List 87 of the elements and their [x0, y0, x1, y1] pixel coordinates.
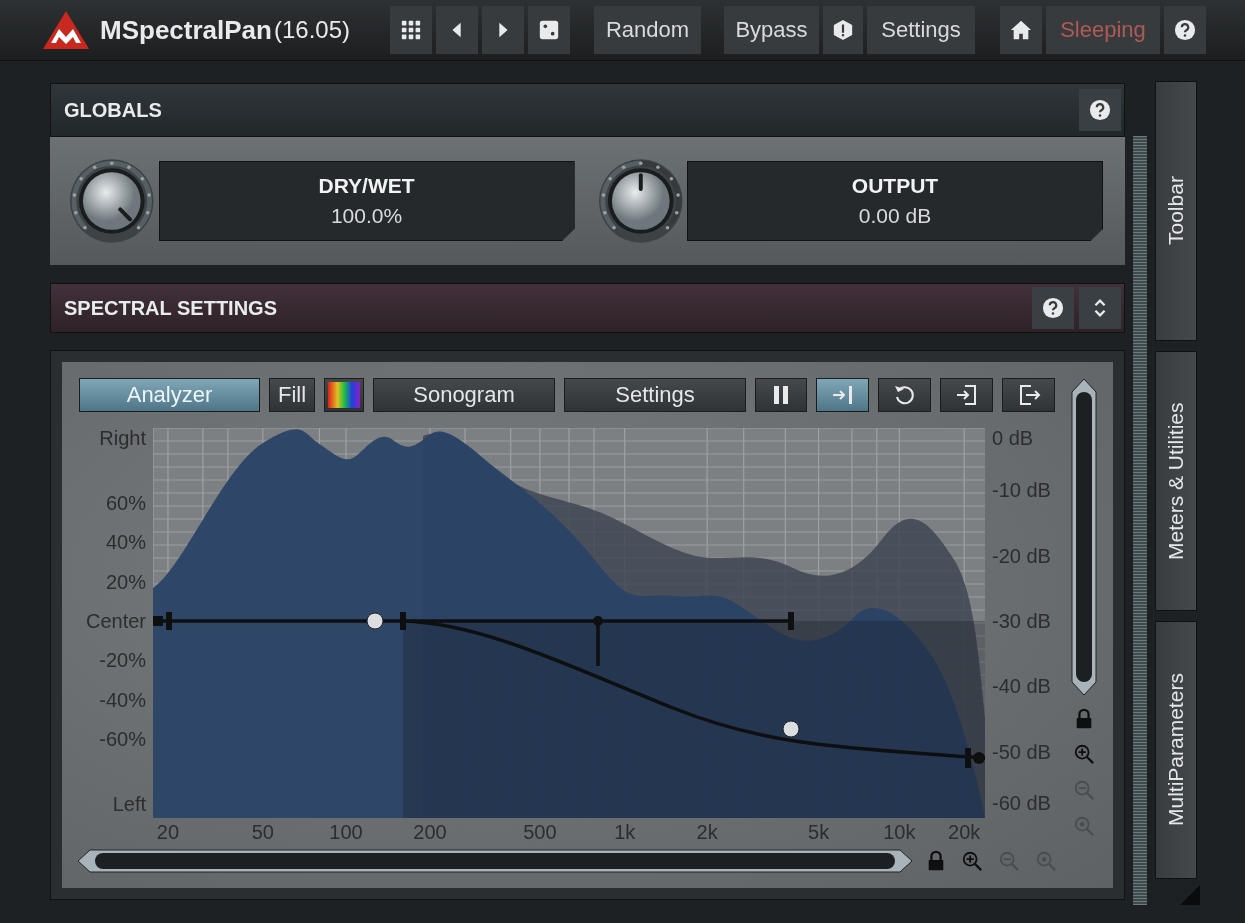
- pan-axis-label: Center: [85, 609, 146, 633]
- grid-icon: [400, 19, 422, 41]
- settings-button[interactable]: Settings: [867, 6, 975, 54]
- curve-handle[interactable]: [593, 616, 603, 626]
- spectrum-icon: [328, 382, 360, 408]
- level-axis-label: -40 dB: [992, 674, 1051, 698]
- knob[interactable]: [68, 157, 156, 245]
- frequency-axis-label: 1k: [614, 821, 636, 844]
- level-axis-label: 0 dB: [992, 426, 1034, 450]
- warning-button[interactable]: [823, 6, 863, 54]
- side-tab[interactable]: MultiParameters: [1155, 621, 1197, 879]
- frequency-axis-label: 10k: [883, 821, 916, 844]
- parameter-value: 0.00 dB: [858, 204, 932, 228]
- home-button[interactable]: [1000, 6, 1042, 54]
- frequency-axis-label: 50: [251, 821, 274, 844]
- zoom-in-button[interactable]: [961, 850, 983, 872]
- home-icon: [1010, 19, 1032, 41]
- frequency-axis-label: 100: [329, 821, 363, 844]
- frequency-axis-label: 500: [523, 821, 557, 844]
- frequency-axis-label: 5k: [808, 821, 830, 844]
- zoom-in-button[interactable]: [1073, 743, 1095, 765]
- toggle-button[interactable]: Fill: [269, 378, 315, 412]
- parameter-label: OUTPUT: [851, 174, 939, 198]
- pan-axis-label: 60%: [105, 491, 146, 515]
- zoom-out-icon: [1073, 779, 1095, 801]
- pan-axis-label: -20%: [99, 648, 146, 672]
- zoom-reset-icon: [1073, 815, 1095, 837]
- zoom-in-icon: [1073, 743, 1095, 765]
- side-tab[interactable]: Meters & Utilities: [1155, 351, 1197, 611]
- presets-button[interactable]: [390, 6, 432, 54]
- help-icon: [1174, 19, 1196, 41]
- parameter-value: 100.0%: [330, 204, 403, 228]
- version-label: (16.05): [274, 16, 352, 44]
- randomize-button[interactable]: [528, 6, 570, 54]
- section-title: SPECTRAL SETTINGS: [64, 296, 278, 320]
- import-button[interactable]: [940, 378, 993, 412]
- level-axis-label: -60 dB: [992, 791, 1051, 815]
- pan-axis-label: 20%: [105, 570, 146, 594]
- section-title: GLOBALS: [64, 98, 163, 122]
- frequency-axis-label: 20k: [948, 821, 981, 844]
- pan-axis-label: Right: [99, 426, 146, 450]
- frequency-axis-label: 2k: [696, 821, 718, 844]
- undo-icon: [892, 383, 917, 407]
- toggle-button[interactable]: Settings: [564, 378, 746, 412]
- zoom-in-icon: [961, 850, 983, 872]
- toggle-button[interactable]: Sonogram: [373, 378, 555, 412]
- help-button[interactable]: [1032, 287, 1074, 329]
- frequency-axis-label: 200: [413, 821, 447, 844]
- collapse-button[interactable]: [1079, 287, 1121, 329]
- level-axis-label: -20 dB: [992, 544, 1051, 567]
- help-button[interactable]: [1079, 89, 1121, 131]
- parameter-label: DRY/WET: [318, 174, 415, 198]
- help-icon: [1089, 99, 1111, 121]
- knob[interactable]: [596, 157, 685, 245]
- pan-axis-label: -60%: [99, 727, 146, 751]
- random-button[interactable]: Random: [594, 6, 701, 54]
- level-axis-label: -10 dB: [992, 478, 1051, 502]
- zoom-reset-icon: [1035, 850, 1057, 872]
- zoom-out-icon: [998, 850, 1020, 872]
- import-icon: [954, 383, 979, 407]
- pause-button[interactable]: [755, 378, 807, 412]
- bypass-button[interactable]: Bypass: [724, 6, 819, 54]
- help-button[interactable]: [1164, 6, 1206, 54]
- dice-icon: [538, 19, 560, 41]
- level-axis-label: -30 dB: [992, 609, 1051, 633]
- frequency-axis-label: 20: [156, 821, 180, 844]
- level-axis-label: -50 dB: [992, 740, 1051, 764]
- previous-button[interactable]: [436, 6, 478, 54]
- pan-axis-label: Left: [112, 792, 146, 816]
- horizontal-scrollbar[interactable]: [77, 849, 913, 873]
- warning-icon: [832, 19, 854, 41]
- curve-handle[interactable]: [782, 720, 800, 738]
- follow-icon: [830, 383, 855, 407]
- help-icon: [1042, 297, 1064, 319]
- undo-button[interactable]: [878, 378, 931, 412]
- pan-axis-label: 40%: [105, 530, 146, 554]
- palette-button[interactable]: [324, 378, 364, 412]
- plugin-title: MSpectralPan: [100, 14, 270, 46]
- next-button[interactable]: [482, 6, 524, 54]
- pan-axis-label: -40%: [99, 688, 146, 712]
- curve-handle[interactable]: [366, 612, 384, 630]
- curve-handle[interactable]: [973, 752, 985, 764]
- follow-button[interactable]: [816, 378, 869, 412]
- vertical-scrollbar[interactable]: [1071, 378, 1097, 696]
- logo-icon: [42, 10, 90, 50]
- side-tab[interactable]: Toolbar: [1155, 81, 1197, 341]
- export-button[interactable]: [1002, 378, 1055, 412]
